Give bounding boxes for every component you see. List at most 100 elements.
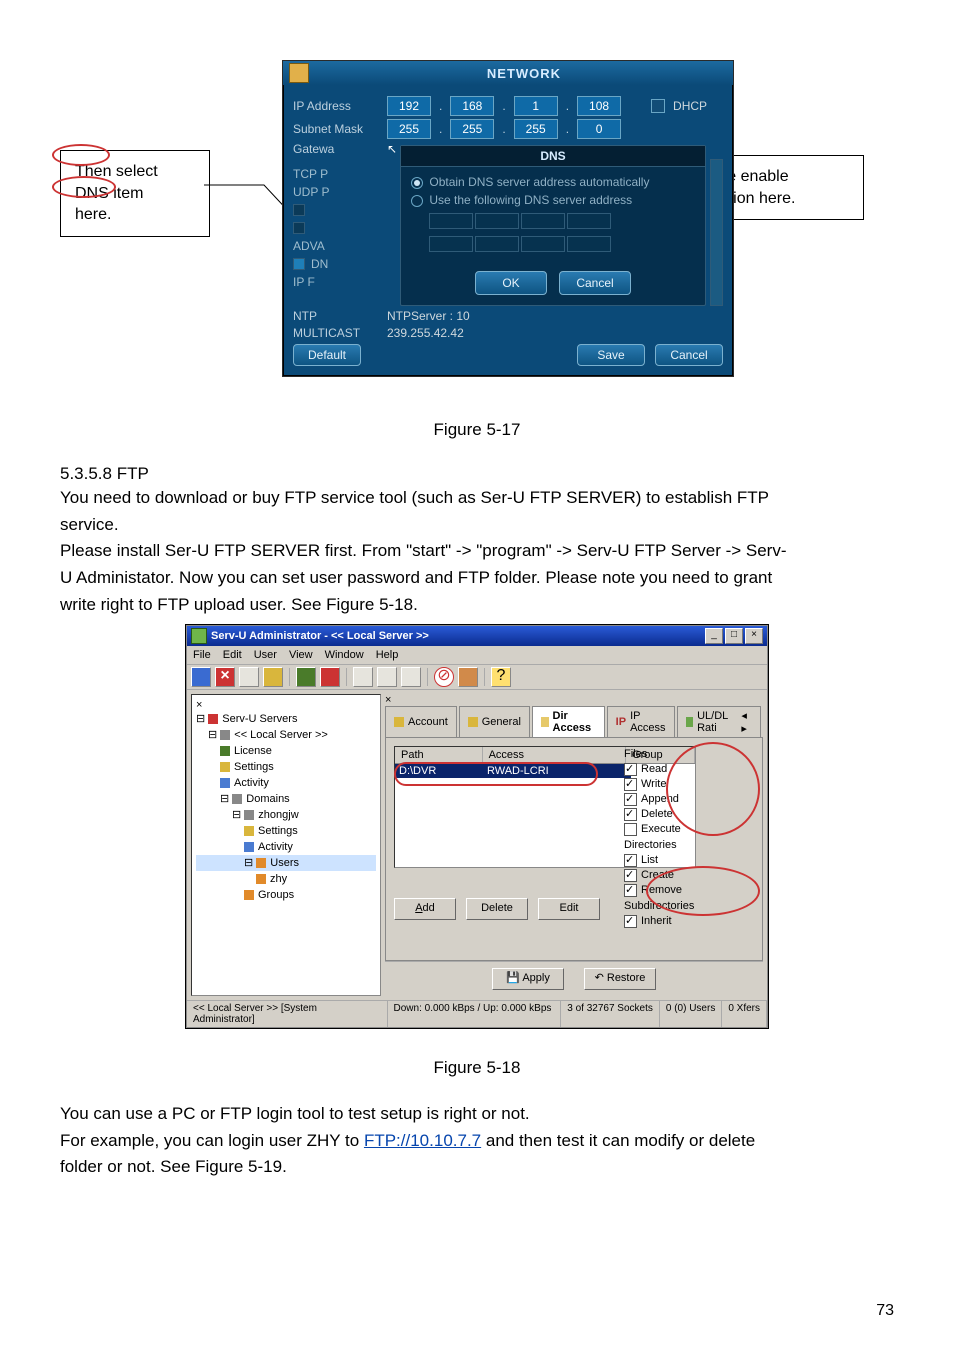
tab-general[interactable]: General: [459, 706, 530, 737]
menu-edit[interactable]: Edit: [223, 649, 242, 661]
ftp-link[interactable]: FTP://10.10.7.7: [364, 1131, 481, 1150]
tab-dir-access[interactable]: Dir Access: [532, 706, 605, 737]
dns-field-2[interactable]: [429, 236, 694, 255]
tab-ip-access[interactable]: IP IP Access: [607, 706, 675, 737]
menu-help[interactable]: Help: [376, 649, 399, 661]
status-speed: Down: 0.000 kBps / Up: 0.000 kBps: [388, 1001, 562, 1027]
row-subnet-mask: Subnet Mask 255. 255. 255. 0: [293, 119, 723, 139]
side-item-ipf[interactable]: IP F: [293, 273, 340, 291]
tree-item-groups[interactable]: Groups: [196, 887, 376, 903]
tree-item[interactable]: Settings: [196, 759, 376, 775]
tree-item-selected-user[interactable]: zhy: [196, 871, 376, 887]
gateway-label: Gatewa: [293, 142, 379, 156]
dir-access-panel: Path Access Group D:\DVR RWAD-LCRI Files: [385, 737, 763, 961]
tb-props-icon[interactable]: [401, 667, 421, 687]
minimize-icon[interactable]: _: [705, 628, 723, 644]
menu-window[interactable]: Window: [325, 649, 364, 661]
menu-bar: File Edit User View Window Help: [187, 646, 767, 665]
sm-octet-2[interactable]: 255: [450, 119, 494, 139]
tb-copy-icon[interactable]: [239, 667, 259, 687]
callout-text: here.: [75, 204, 195, 226]
tb-cut-icon[interactable]: [353, 667, 373, 687]
tree-item[interactable]: ⊟ Domains: [196, 791, 376, 807]
tb-help-icon[interactable]: ?: [491, 667, 511, 687]
edit-button[interactable]: Edit: [538, 898, 600, 920]
tree-item[interactable]: License: [196, 743, 376, 759]
network-icon: [289, 63, 309, 83]
side-item-adv[interactable]: ADVA: [293, 237, 340, 255]
main-panel: × Account General Dir Access IP IP Acces…: [385, 694, 763, 996]
tb-save-icon[interactable]: [191, 667, 211, 687]
ip-octet-1[interactable]: 192: [387, 96, 431, 116]
sm-octet-4[interactable]: 0: [577, 119, 621, 139]
maximize-icon[interactable]: □: [725, 628, 743, 644]
status-bar: << Local Server >> [System Administrator…: [187, 1000, 767, 1027]
col-access[interactable]: Access: [483, 747, 627, 763]
side-item-udp[interactable]: UDP P: [293, 183, 340, 201]
tb-no-icon[interactable]: ⊘: [434, 667, 454, 687]
tree-item[interactable]: ⊟ zhongjw: [196, 807, 376, 823]
default-button[interactable]: Default: [293, 344, 361, 366]
body-text: U Administator. Now you can set user pas…: [60, 566, 894, 591]
group-title-dirs: Directories: [624, 839, 754, 851]
side-item-dns[interactable]: DN: [293, 255, 340, 273]
menu-user[interactable]: User: [254, 649, 277, 661]
tree-item[interactable]: ⊟ << Local Server >>: [196, 727, 376, 743]
ip-octet-4[interactable]: 108: [577, 96, 621, 116]
ratio-icon: [686, 717, 694, 727]
sm-octet-3[interactable]: 255: [514, 119, 558, 139]
ip-icon: IP: [616, 716, 626, 728]
scrollbar-icon[interactable]: [710, 159, 723, 306]
dns-panel-body: Obtain DNS server address automatically …: [401, 167, 704, 263]
tree-item[interactable]: Activity: [196, 839, 376, 855]
close-icon[interactable]: ×: [745, 628, 763, 644]
dns-option-auto[interactable]: Obtain DNS server address automatically: [411, 175, 694, 189]
sm-octet-1[interactable]: 255: [387, 119, 431, 139]
tab-ul-dl[interactable]: UL/DL Rati◂ ▸: [677, 706, 761, 737]
folder-icon: [541, 717, 549, 727]
ip-octet-3[interactable]: 1: [514, 96, 558, 116]
apply-button[interactable]: 💾 Apply: [492, 968, 564, 990]
tree-item-users[interactable]: ⊟ Users: [196, 855, 376, 871]
page: Then select DNS item here. First, please…: [0, 0, 954, 1350]
status-server: << Local Server >> [System Administrator…: [187, 1001, 388, 1027]
tb-stop-icon[interactable]: [320, 667, 340, 687]
network-body: IP Address 192. 168. 1. 108 DHCP Subnet …: [283, 85, 733, 376]
cancel-button[interactable]: Cancel: [655, 344, 723, 366]
col-path[interactable]: Path: [395, 747, 483, 763]
restore-button[interactable]: ↶ Restore: [584, 968, 656, 990]
ntp-label: NTP: [293, 309, 379, 323]
menu-view[interactable]: View: [289, 649, 313, 661]
tb-paste-icon[interactable]: [377, 667, 397, 687]
delete-button[interactable]: Delete: [466, 898, 528, 920]
ntp-value: NTPServer : 10: [387, 309, 470, 323]
tree-item[interactable]: Settings: [196, 823, 376, 839]
tree-item[interactable]: ⊟ Serv-U Servers: [196, 711, 376, 727]
perm-inherit[interactable]: Inherit: [624, 914, 754, 929]
tree-item[interactable]: Activity: [196, 775, 376, 791]
side-item-tcp[interactable]: TCP P: [293, 165, 340, 183]
menu-file[interactable]: File: [193, 649, 211, 661]
side-list: TCP P UDP P ADVA DN IP F: [293, 165, 340, 306]
save-button[interactable]: Save: [577, 344, 645, 366]
add-button[interactable]: AAdddd: [394, 898, 456, 920]
dns-panel: DNS Obtain DNS server address automatica…: [400, 145, 705, 306]
side-item-blank1: [293, 201, 340, 219]
toolbar: × ⊘ ?: [187, 665, 767, 690]
tb-undo-icon[interactable]: [263, 667, 283, 687]
tb-play-icon[interactable]: [296, 667, 316, 687]
dns-field-1[interactable]: [429, 213, 694, 232]
ip-octet-2[interactable]: 168: [450, 96, 494, 116]
permissions-box: Files Read Write Append Delete Execute D…: [624, 746, 754, 929]
tb-delete-icon[interactable]: ×: [215, 667, 235, 687]
dhcp-checkbox[interactable]: [651, 99, 665, 113]
tb-home-icon[interactable]: [458, 667, 478, 687]
dns-panel-title: DNS: [401, 146, 704, 167]
doc-icon: [468, 717, 478, 727]
ok-button[interactable]: OK: [475, 271, 547, 295]
tab-account[interactable]: Account: [385, 706, 457, 737]
window-controls: _ □ ×: [705, 628, 763, 644]
row-multicast: MULTICAST 239.255.42.42: [293, 326, 723, 340]
cancel-button[interactable]: Cancel: [559, 271, 631, 295]
dns-option-manual[interactable]: Use the following DNS server address: [411, 193, 694, 207]
